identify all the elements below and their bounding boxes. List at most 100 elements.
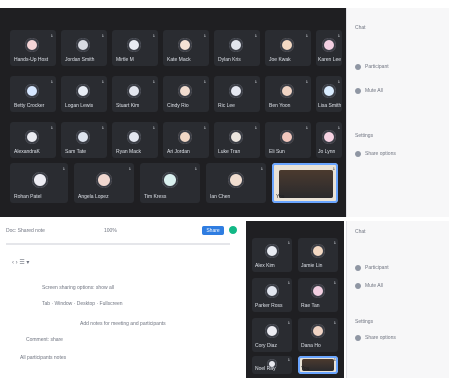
tile-name: AlexandraK xyxy=(14,149,40,155)
video-tile[interactable]: Kate Mack 1 xyxy=(163,30,209,66)
video-tile[interactable]: Cory Diaz 1 xyxy=(252,318,292,352)
video-tile[interactable]: Jordan Smith 1 xyxy=(61,30,107,66)
tile-count: 1 xyxy=(337,125,340,130)
video-tile[interactable]: Karen Lee 1 xyxy=(316,30,342,66)
document-editor: Doc: Shared note 100% Share ‹ › ☰ ▾ Scre… xyxy=(0,221,240,378)
video-tile[interactable]: Rohan Patel 1 xyxy=(10,163,68,203)
tile-name: Dylan Kris xyxy=(218,57,241,63)
tile-name: Tim Kress xyxy=(144,194,167,200)
tile-name: Joe Kwak xyxy=(269,57,291,63)
settings-title: Settings xyxy=(355,133,374,139)
video-tile[interactable]: Sam Tate 1 xyxy=(61,122,107,158)
tile-name: Noel Ray xyxy=(255,366,276,372)
video-tile[interactable]: Ben Yoon 1 xyxy=(265,76,311,112)
video-tile[interactable]: Ric Lee 1 xyxy=(214,76,260,112)
participant-icon xyxy=(355,265,361,271)
tile-count: 1 xyxy=(50,33,53,38)
video-tile[interactable]: Dylan Kris 1 xyxy=(214,30,260,66)
tile-count: 1 xyxy=(287,320,290,325)
video-tile[interactable]: Jo Lynn 1 xyxy=(316,122,342,158)
video-tile[interactable]: Ian Chen 1 xyxy=(206,163,266,203)
top-whitespace xyxy=(0,0,449,8)
tile-count: 1 xyxy=(254,125,257,130)
tile-name: Ian Chen xyxy=(210,194,231,200)
panel-title: Chat xyxy=(355,229,366,235)
panel-item[interactable]: Participant xyxy=(365,265,389,271)
settings-title: Settings xyxy=(355,319,374,325)
toolbar-icons: ‹ › ☰ ▾ xyxy=(12,260,30,266)
video-tile[interactable]: Ari Jordan 1 xyxy=(163,122,209,158)
tile-count: 1 xyxy=(333,280,336,285)
tile-count: 1 xyxy=(305,125,308,130)
tile-count: 1 xyxy=(337,33,340,38)
video-tile[interactable]: Eli Sun 1 xyxy=(265,122,311,158)
tile-name: Stuart Kim xyxy=(116,103,140,109)
tile-count: 1 xyxy=(50,125,53,130)
video-tile[interactable]: Angela Lopez 1 xyxy=(74,163,134,203)
tile-count: 1 xyxy=(287,280,290,285)
video-tile[interactable]: Alex Kim 1 xyxy=(252,238,292,272)
tile-name: Eli Sun xyxy=(269,149,285,155)
video-tile[interactable]: Dana Ho 1 xyxy=(298,318,338,352)
tile-name: Jamie Lin xyxy=(301,263,323,269)
tile-name: Jo Lynn xyxy=(318,149,336,155)
participant-icon xyxy=(355,64,361,70)
panel-item[interactable]: Participant xyxy=(365,64,389,70)
video-tile[interactable]: Cindy Rio 1 xyxy=(163,76,209,112)
tile-name: Logan Lewis xyxy=(65,103,94,109)
video-tile[interactable]: Lisa Smith 1 xyxy=(316,76,342,112)
tile-name: Kate Mack xyxy=(167,57,191,63)
panel-title: Chat xyxy=(355,25,366,31)
settings-item[interactable]: Share options xyxy=(365,335,396,341)
tile-count: 1 xyxy=(203,79,206,84)
panel-item[interactable]: Mute All xyxy=(365,283,383,289)
zoom-label: 100% xyxy=(104,228,117,234)
settings-item[interactable]: Share options xyxy=(365,151,396,157)
tile-name: Lisa Smith xyxy=(318,103,342,109)
status-icon xyxy=(229,226,237,234)
video-tile[interactable]: Parker Ross 1 xyxy=(252,278,292,312)
tile-count: 1 xyxy=(332,166,335,171)
video-tile-self[interactable]: You 1 xyxy=(298,356,338,374)
video-tile[interactable]: Noel Ray 1 xyxy=(252,356,292,374)
tile-count: 1 xyxy=(152,125,155,130)
right-panel-bottom: Chat Participant Mute All Settings Share… xyxy=(346,221,449,378)
video-tile[interactable]: Stuart Kim 1 xyxy=(112,76,158,112)
video-tile[interactable]: Tim Kress 1 xyxy=(140,163,200,203)
tile-count: 1 xyxy=(254,33,257,38)
doc-line: Comment: share xyxy=(26,337,63,343)
video-tile[interactable]: Jamie Lin 1 xyxy=(298,238,338,272)
tile-name: Sam Tate xyxy=(65,149,87,155)
video-tile[interactable]: AlexandraK 1 xyxy=(10,122,56,158)
tile-count: 1 xyxy=(101,125,104,130)
share-icon xyxy=(355,151,361,157)
tile-count: 1 xyxy=(287,240,290,245)
video-tile[interactable]: Luke Tran 1 xyxy=(214,122,260,158)
tile-count: 1 xyxy=(62,166,65,171)
video-tile[interactable]: Ryan Mack 1 xyxy=(112,122,158,158)
tile-count: 1 xyxy=(152,33,155,38)
tile-count: 1 xyxy=(152,79,155,84)
panel-item[interactable]: Mute All xyxy=(365,88,383,94)
tile-count: 1 xyxy=(333,357,336,362)
video-tile-self[interactable]: You 1 xyxy=(272,163,338,203)
tile-count: 1 xyxy=(305,33,308,38)
video-tile[interactable]: Joe Kwak 1 xyxy=(265,30,311,66)
video-tile[interactable]: Mirtle M 1 xyxy=(112,30,158,66)
video-tile[interactable]: Betty Crocker 1 xyxy=(10,76,56,112)
tile-name: Hands-Up Host xyxy=(14,57,49,63)
tile-count: 1 xyxy=(203,125,206,130)
share-button[interactable]: Share xyxy=(202,226,224,235)
tile-count: 1 xyxy=(287,357,290,362)
tile-count: 1 xyxy=(128,166,131,171)
tile-count: 1 xyxy=(203,33,206,38)
tile-name: Ben Yoon xyxy=(269,103,291,109)
video-tile[interactable]: Logan Lewis 1 xyxy=(61,76,107,112)
tile-name: Parker Ross xyxy=(255,303,283,309)
tile-count: 1 xyxy=(337,79,340,84)
video-tile[interactable]: Hands-Up Host 1 xyxy=(10,30,56,66)
doc-line: All participants notes xyxy=(20,355,67,361)
video-tile[interactable]: Rae Tan 1 xyxy=(298,278,338,312)
toolbar-divider xyxy=(6,243,230,245)
tile-name: Betty Crocker xyxy=(14,103,45,109)
